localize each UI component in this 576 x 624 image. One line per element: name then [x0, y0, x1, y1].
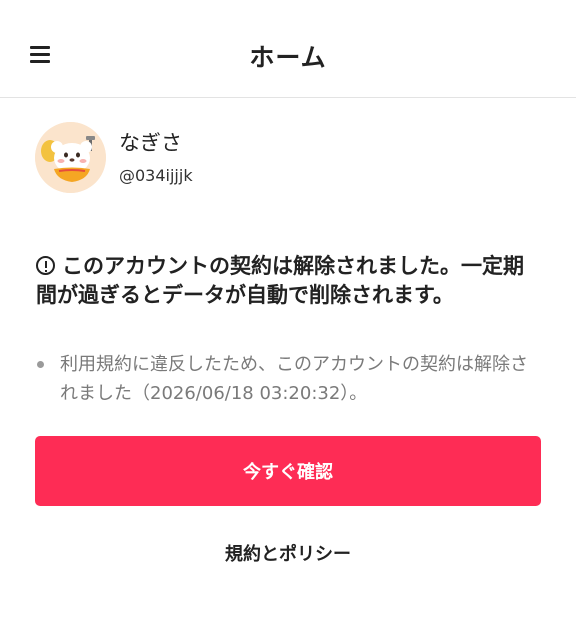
bullet-dot-icon: [37, 361, 44, 368]
account-terminated-notice: このアカウントの契約は解除されました。一定期間が過ぎるとデータが自動で削除されま…: [36, 252, 536, 310]
user-name: なぎさ: [119, 131, 182, 155]
terms-and-policies-link[interactable]: 規約とポリシー: [0, 540, 576, 566]
list-item: 利用規約に違反したため、このアカウントの契約は解除されました（2026/06/1…: [36, 350, 541, 408]
notice-detail-list: 利用規約に違反したため、このアカウントの契約は解除されました（2026/06/1…: [36, 350, 541, 408]
confirm-now-button[interactable]: 今すぐ確認: [35, 436, 541, 506]
user-handle: @034ijjjk: [119, 166, 193, 185]
notice-title-text: このアカウントの契約は解除されました。一定期間が過ぎるとデータが自動で削除されま…: [36, 254, 524, 307]
notice-detail-text: 利用規約に違反したため、このアカウントの契約は解除されました（2026/06/1…: [60, 354, 528, 404]
chef-mascot-avatar-icon: [35, 122, 106, 193]
avatar: [35, 122, 106, 193]
top-bar: ホーム: [0, 0, 576, 98]
page-title: ホーム: [249, 43, 327, 72]
exclamation-circle-icon: [36, 256, 55, 275]
